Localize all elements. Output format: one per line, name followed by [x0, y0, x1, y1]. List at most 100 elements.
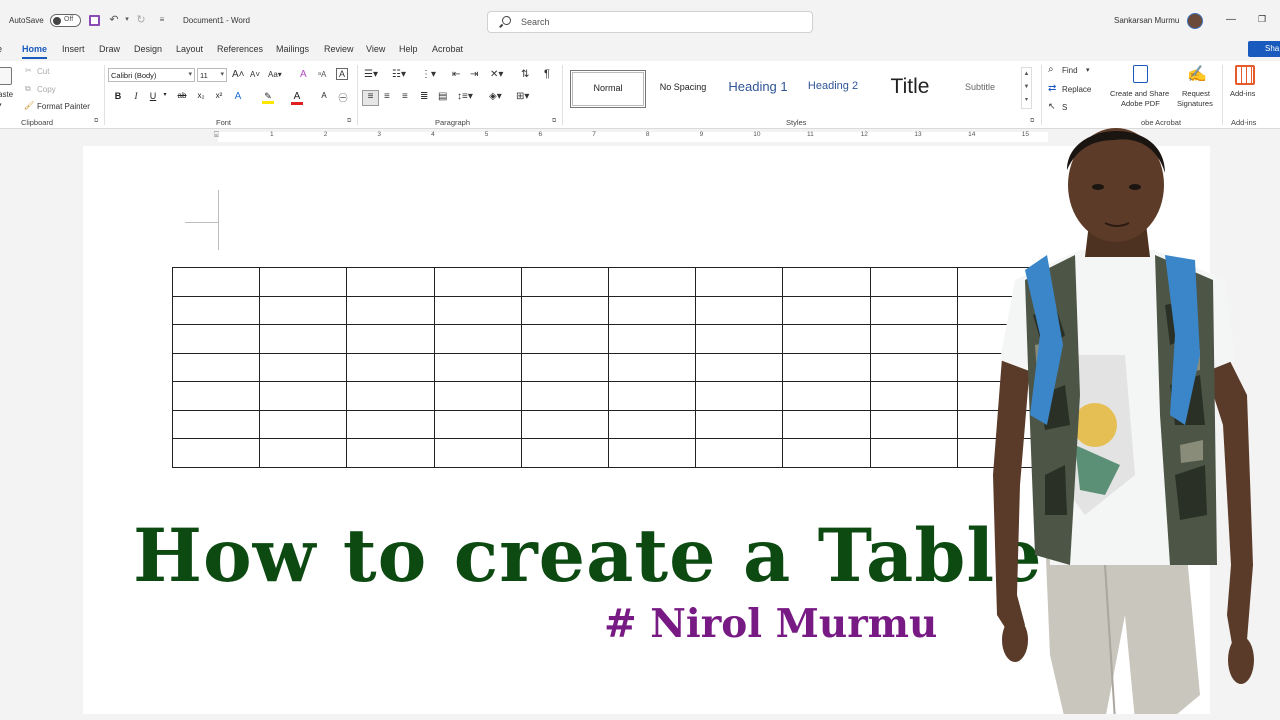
table-cell[interactable]	[346, 438, 435, 468]
tab-draw[interactable]: Draw	[99, 44, 120, 54]
paste-label[interactable]: aste	[0, 90, 13, 99]
increase-indent-icon[interactable]: ⇥	[470, 69, 478, 80]
table-cell[interactable]	[869, 295, 958, 325]
document-table[interactable]	[171, 267, 1046, 468]
cut-icon[interactable]: ✂	[25, 66, 32, 75]
shrink-font-icon[interactable]: A˅	[250, 70, 260, 79]
paragraph-launcher-icon[interactable]: ⧉	[552, 118, 556, 125]
table-cell[interactable]	[607, 295, 697, 325]
style-heading-1[interactable]: Heading 1	[720, 70, 796, 108]
table-cell[interactable]	[520, 381, 609, 411]
tab-review[interactable]: Review	[324, 44, 354, 54]
copy-icon[interactable]: ⧉	[25, 84, 31, 94]
bold-button[interactable]: B	[112, 91, 124, 101]
strikethrough-icon[interactable]: ab	[176, 91, 188, 100]
underline-dropdown-icon[interactable]: ▾	[159, 91, 171, 98]
table-cell[interactable]	[171, 381, 261, 411]
table-cell[interactable]	[695, 267, 784, 297]
table-cell[interactable]	[520, 352, 609, 382]
table-cell[interactable]	[607, 381, 697, 411]
superscript-icon[interactable]: x²	[213, 91, 225, 100]
font-color-icon[interactable]: A	[291, 91, 303, 105]
subscript-icon[interactable]: x₂	[195, 91, 207, 100]
change-case-icon[interactable]: Aa▾	[268, 70, 282, 79]
format-painter-button[interactable]: Format Painter	[37, 102, 90, 111]
table-cell[interactable]	[695, 352, 784, 382]
font-name-combo[interactable]: Calibri (Body) ▾	[108, 68, 195, 82]
table-cell[interactable]	[520, 438, 609, 468]
table-cell[interactable]	[869, 352, 958, 382]
find-icon[interactable]: ⌕	[1048, 64, 1054, 75]
table-cell[interactable]	[433, 438, 522, 468]
justify-icon[interactable]: ≣	[420, 91, 428, 102]
table-cell[interactable]	[346, 267, 435, 297]
table-cell[interactable]	[869, 324, 958, 354]
table-cell[interactable]	[869, 438, 958, 468]
table-cell[interactable]	[259, 295, 348, 325]
table-cell[interactable]	[869, 267, 958, 297]
decrease-indent-icon[interactable]: ⇤	[452, 69, 460, 80]
grow-font-icon[interactable]: A˄	[232, 69, 245, 80]
tab-view[interactable]: View	[366, 44, 385, 54]
minimize-icon[interactable]: —	[1226, 14, 1236, 25]
shading-icon[interactable]: A	[318, 91, 330, 100]
paste-dropdown-icon[interactable]: ▾	[0, 101, 2, 109]
table-cell[interactable]	[782, 409, 871, 439]
align-left-icon[interactable]: ≡	[362, 90, 379, 106]
underline-button[interactable]: U	[147, 91, 159, 101]
style-no-spacing[interactable]: No Spacing	[648, 70, 718, 108]
clipboard-launcher-icon[interactable]: ⧉	[94, 118, 98, 125]
tab-file[interactable]: e	[0, 44, 2, 54]
table-cell[interactable]	[259, 352, 348, 382]
table-cell[interactable]	[346, 409, 435, 439]
copy-button[interactable]: Copy	[37, 85, 56, 94]
table-cell[interactable]	[346, 324, 435, 354]
replace-button[interactable]: Replace	[1062, 85, 1091, 94]
add-ins-icon[interactable]	[1235, 65, 1255, 85]
paste-icon[interactable]	[0, 67, 12, 85]
replace-icon[interactable]: ⇄	[1048, 83, 1056, 94]
character-border-icon[interactable]: A	[336, 68, 348, 80]
table-cell[interactable]	[171, 295, 261, 325]
table-cell[interactable]	[259, 267, 348, 297]
table-cell[interactable]	[782, 295, 871, 325]
phonetic-guide-icon[interactable]: ᵃA	[318, 70, 326, 79]
find-button[interactable]: Find	[1062, 66, 1078, 75]
table-cell[interactable]	[607, 438, 697, 468]
table-cell[interactable]	[433, 381, 522, 411]
tab-help[interactable]: Help	[399, 44, 418, 54]
table-cell[interactable]	[259, 409, 348, 439]
share-button[interactable]: Sha	[1248, 41, 1280, 57]
table-cell[interactable]	[782, 324, 871, 354]
scroll-up-icon[interactable]: ▲	[1022, 68, 1031, 81]
table-cell[interactable]	[869, 381, 958, 411]
asian-layout-icon[interactable]: ✕▾	[490, 69, 503, 80]
style-normal[interactable]: Normal	[570, 70, 646, 108]
search-box[interactable]: Search	[487, 11, 813, 33]
table-cell[interactable]	[782, 352, 871, 382]
align-right-icon[interactable]: ≡	[402, 91, 408, 102]
enclose-character-icon[interactable]: ㊀	[337, 91, 349, 104]
table-cell[interactable]	[259, 324, 348, 354]
create-pdf-icon[interactable]	[1133, 65, 1148, 83]
borders-icon[interactable]: ⊞▾	[516, 91, 529, 102]
table-cell[interactable]	[433, 409, 522, 439]
table-cell[interactable]	[346, 295, 435, 325]
align-center-icon[interactable]: ≡	[384, 91, 390, 102]
table-cell[interactable]	[346, 381, 435, 411]
table-cell[interactable]	[171, 352, 261, 382]
table-cell[interactable]	[346, 352, 435, 382]
distributed-icon[interactable]: ▤	[438, 91, 447, 102]
table-cell[interactable]	[695, 324, 784, 354]
style-title[interactable]: Title	[870, 70, 950, 108]
tab-references[interactable]: References	[217, 44, 263, 54]
bullets-icon[interactable]: ☰▾	[364, 69, 378, 80]
table-cell[interactable]	[520, 324, 609, 354]
table-cell[interactable]	[433, 295, 522, 325]
request-signatures-icon[interactable]: ✍	[1187, 64, 1207, 84]
table-cell[interactable]	[520, 409, 609, 439]
undo-icon[interactable]: ↶	[108, 14, 120, 26]
italic-button[interactable]: I	[130, 91, 142, 101]
table-cell[interactable]	[695, 381, 784, 411]
redo-icon[interactable]: ↻	[135, 14, 147, 26]
